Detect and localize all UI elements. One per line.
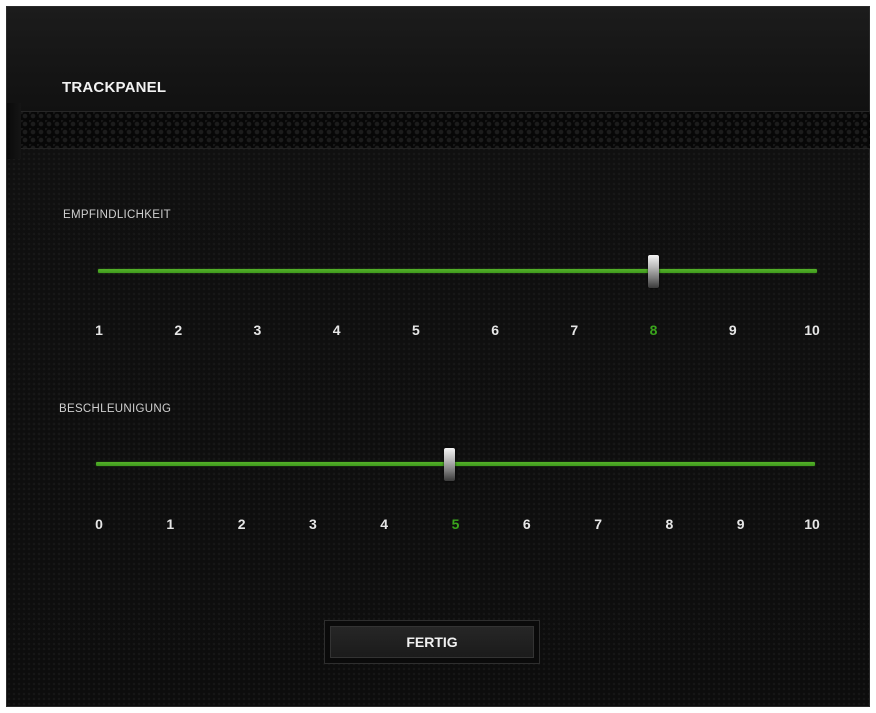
acceleration-slider-track[interactable] bbox=[96, 462, 815, 466]
tick-label: 2 bbox=[237, 516, 246, 532]
acceleration-label: BESCHLEUNIGUNG bbox=[59, 403, 172, 415]
trackpad-settings-window: TRACKPANEL EMPFINDLICHKEIT 1 2 3 4 5 6 7 8 9 10 B… bbox=[6, 6, 870, 707]
tick-label: 1 bbox=[95, 322, 103, 338]
tick-label: 9 bbox=[736, 516, 745, 532]
sensitivity-slider-track[interactable] bbox=[98, 269, 817, 273]
done-button[interactable]: FERTIG bbox=[324, 620, 540, 664]
tick-label: 3 bbox=[253, 322, 262, 338]
tick-label: 3 bbox=[308, 516, 317, 532]
tick-label: 9 bbox=[728, 322, 737, 338]
tick-label: 6 bbox=[491, 322, 500, 338]
sensitivity-slider-thumb[interactable] bbox=[648, 255, 660, 288]
tick-label: 6 bbox=[522, 516, 531, 532]
tick-label: 7 bbox=[570, 322, 579, 338]
tick-label: 4 bbox=[380, 516, 389, 532]
tick-label: 5 bbox=[411, 322, 420, 338]
header-edge bbox=[7, 103, 21, 159]
tick-label: 8 bbox=[649, 322, 658, 338]
tick-label: 4 bbox=[332, 322, 341, 338]
page-title: TRACKPANEL bbox=[62, 79, 167, 96]
tick-label: 8 bbox=[665, 516, 674, 532]
tick-label: 5 bbox=[451, 516, 460, 532]
tick-label: 10 bbox=[804, 322, 820, 338]
tick-label: 7 bbox=[594, 516, 602, 532]
tick-label: 1 bbox=[166, 516, 175, 532]
acceleration-slider-thumb[interactable] bbox=[444, 448, 455, 481]
tick-label: 10 bbox=[804, 516, 820, 532]
tick-label: 0 bbox=[95, 516, 103, 532]
sensitivity-tick-labels: 1 2 3 4 5 6 7 8 9 10 bbox=[87, 322, 824, 342]
sensitivity-label: EMPFINDLICHKEIT bbox=[63, 209, 172, 221]
done-button-label: FERTIG bbox=[330, 626, 534, 658]
tick-label: 2 bbox=[174, 322, 183, 338]
acceleration-tick-labels: 0 1 2 3 4 5 6 7 8 9 10 bbox=[87, 516, 824, 536]
header-mesh-divider bbox=[21, 111, 870, 149]
